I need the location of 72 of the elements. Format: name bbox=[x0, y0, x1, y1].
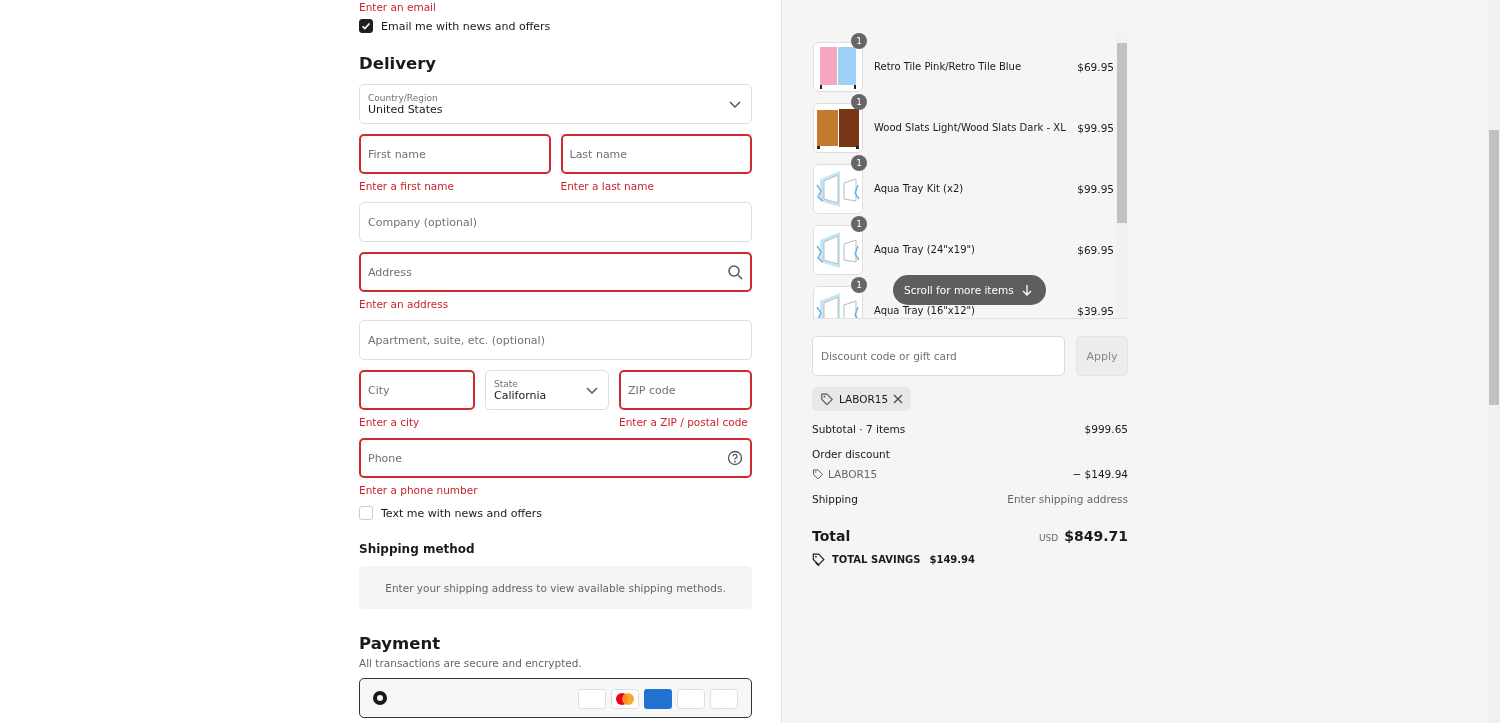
help-icon bbox=[727, 450, 743, 466]
close-icon bbox=[893, 394, 904, 404]
error-message: Enter an email bbox=[359, 0, 437, 14]
discount-field[interactable]: Discount code or gift card bbox=[812, 336, 1065, 376]
summary-label: Order discount bbox=[812, 447, 890, 460]
radio-button[interactable] bbox=[373, 691, 387, 705]
arrow-down-icon bbox=[1021, 284, 1032, 296]
dropdown[interactable]: Country/Region United States bbox=[359, 84, 752, 124]
total-amount: $849.71 bbox=[1064, 528, 1128, 544]
checkbox-label: Text me with news and offers bbox=[381, 506, 543, 520]
section-heading: Delivery bbox=[359, 53, 438, 75]
summary-value: Enter shipping address bbox=[1007, 492, 1128, 505]
payment-option[interactable] bbox=[359, 678, 752, 718]
product-name: Aqua Tray (16"x12") bbox=[874, 305, 976, 316]
subtitle: All transactions are secure and encrypted. bbox=[359, 657, 583, 669]
product-name: Wood Slats Light/Wood Slats Dark - XL bbox=[874, 122, 1067, 133]
savings-label: TOTAL SAVINGS bbox=[832, 553, 921, 565]
quantity-badge: 1 bbox=[851, 33, 867, 49]
error-message: Enter a last name bbox=[560, 180, 655, 192]
error-message: Enter an address bbox=[359, 298, 450, 310]
tags-icon bbox=[812, 552, 826, 566]
summary-value: − $149.94 bbox=[1072, 467, 1128, 480]
summary-label: Subtotal · 7 items bbox=[812, 422, 906, 435]
text-field[interactable]: Last name bbox=[560, 134, 752, 174]
product-price: $99.95 bbox=[1077, 182, 1114, 195]
error-message: Enter a city bbox=[359, 416, 421, 428]
product-name: Aqua Tray Kit (x2) bbox=[874, 183, 965, 194]
savings-amount: $149.94 bbox=[929, 553, 975, 565]
dropdown[interactable]: State California bbox=[485, 370, 609, 410]
text-field[interactable]: City bbox=[359, 370, 475, 410]
currency-label: USD bbox=[1039, 533, 1059, 543]
card-logo-icon bbox=[578, 689, 606, 709]
scrollbar-thumb[interactable] bbox=[1117, 43, 1127, 223]
tag-icon bbox=[812, 467, 824, 480]
checkbox-label: Email me with news and offers bbox=[381, 19, 551, 33]
checkmark-icon bbox=[361, 21, 371, 31]
error-message: Enter a ZIP / postal code bbox=[619, 416, 749, 428]
product-price: $69.95 bbox=[1077, 60, 1114, 73]
text-field[interactable]: Phone bbox=[359, 438, 752, 478]
error-message: Enter a phone number bbox=[359, 484, 479, 496]
quantity-badge: 1 bbox=[851, 216, 867, 232]
card-logo-icon bbox=[677, 689, 705, 709]
text-field[interactable]: ZIP code bbox=[619, 370, 752, 410]
search-field[interactable]: Address bbox=[359, 252, 752, 292]
quantity-badge: 1 bbox=[851, 155, 867, 171]
scroll-hint-button[interactable]: Scroll for more items bbox=[893, 275, 1046, 305]
error-message: Enter a first name bbox=[359, 180, 455, 192]
checkbox[interactable] bbox=[359, 19, 373, 33]
scrollbar[interactable] bbox=[1116, 33, 1128, 318]
section-heading: Shipping method bbox=[359, 542, 476, 556]
total-label: Total bbox=[812, 528, 851, 544]
section-heading: Payment bbox=[359, 633, 442, 655]
info-panel: Enter your shipping address to view available shipping methods. bbox=[359, 566, 752, 609]
tag-icon bbox=[820, 392, 834, 406]
product-price: $99.95 bbox=[1077, 121, 1114, 134]
discount-code: LABOR15 bbox=[828, 467, 878, 480]
card-logo-icon bbox=[644, 689, 672, 709]
product-price: $39.95 bbox=[1077, 304, 1114, 317]
product-name: Aqua Tray (24"x19") bbox=[874, 244, 976, 255]
search-icon bbox=[727, 264, 743, 280]
scrollbar[interactable] bbox=[1488, 0, 1500, 723]
quantity-badge: 1 bbox=[851, 277, 867, 293]
product-name: Retro Tile Pink/Retro Tile Blue bbox=[874, 61, 1023, 72]
product-price: $69.95 bbox=[1077, 243, 1114, 256]
card-logo-icon bbox=[611, 689, 639, 709]
summary-label: Shipping bbox=[812, 492, 858, 505]
discount-tag: LABOR15 bbox=[812, 387, 912, 411]
scrollbar-thumb[interactable] bbox=[1489, 130, 1499, 405]
text-field[interactable]: First name bbox=[359, 134, 551, 174]
quantity-badge: 1 bbox=[851, 94, 867, 110]
summary-value: $999.65 bbox=[1084, 422, 1128, 435]
card-logo-icon bbox=[710, 689, 738, 709]
